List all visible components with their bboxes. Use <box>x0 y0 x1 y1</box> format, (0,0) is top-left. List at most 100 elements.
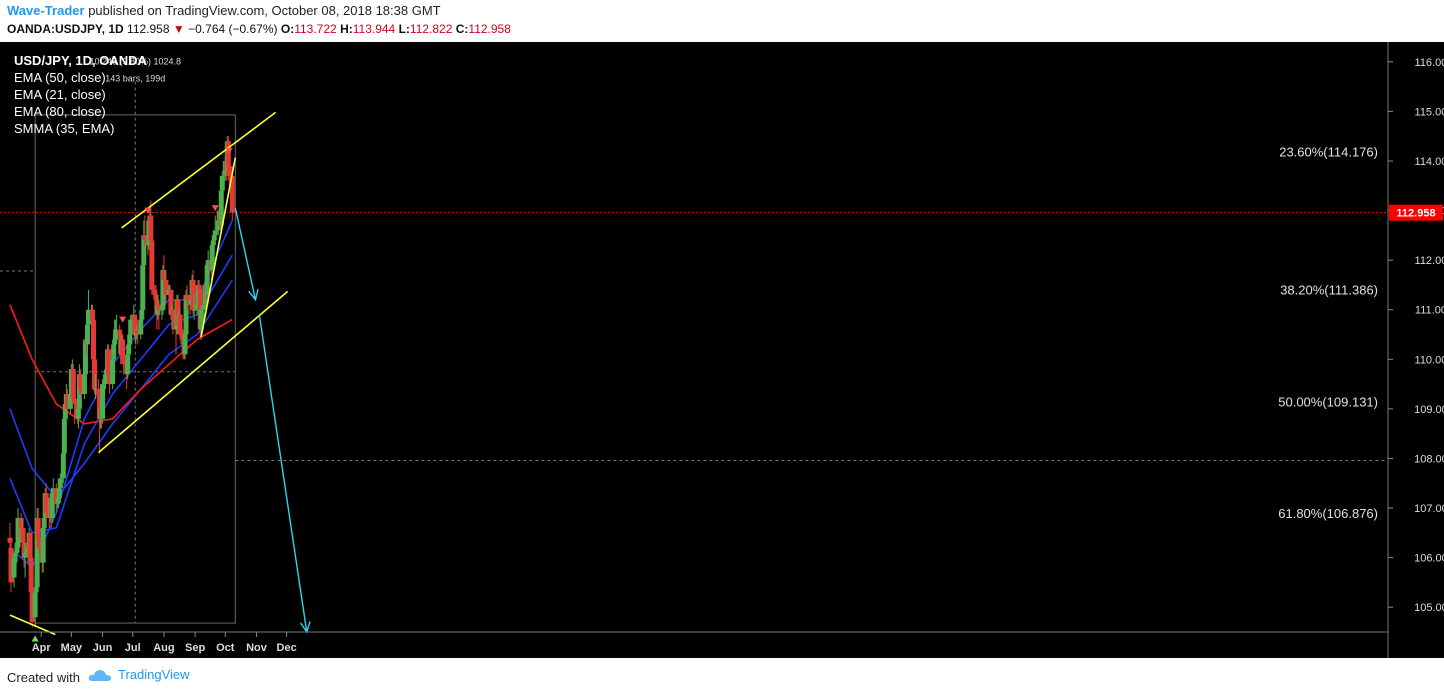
high-value: 113.944 <box>352 22 396 36</box>
time-tick-label: Aug <box>153 642 174 654</box>
ohlc-line: OANDA:USDJPY, 1D 112.958 ▼ −0.764 (−0.67… <box>7 22 511 36</box>
candle-body <box>126 344 132 355</box>
last-price: 112.958 <box>127 22 170 36</box>
candle-body <box>225 141 231 166</box>
fib-level-label: 61.80%(106.876) <box>1278 506 1378 521</box>
tradingview-link[interactable]: TradingView <box>88 667 190 682</box>
candle-body <box>219 175 225 191</box>
candle-body <box>61 418 67 454</box>
open-label: O: <box>280 22 295 36</box>
candle-body <box>211 235 217 241</box>
candle-body <box>56 488 62 499</box>
candle-body <box>40 527 46 563</box>
candle-body <box>60 453 66 479</box>
price-tick-label: 110.000 <box>1415 354 1444 366</box>
candle-layer <box>7 136 235 628</box>
symbol-label: OANDA:USDJPY, 1D <box>7 22 124 36</box>
candle-body <box>110 359 116 385</box>
price-tick-label: 111.000 <box>1415 305 1444 317</box>
time-tick-label: May <box>61 642 83 654</box>
price-tick-label: 116.000 <box>1415 57 1444 69</box>
price-tick-label: 115.000 <box>1415 106 1444 118</box>
drawing-layer <box>9 111 311 642</box>
close-value: 112.958 <box>468 22 511 36</box>
sell-signal-icon <box>119 316 127 323</box>
candle-body <box>117 329 123 335</box>
candle-body <box>149 240 155 290</box>
candle-body <box>57 478 63 489</box>
fib-level-label: 50.00%(109.131) <box>1278 394 1378 409</box>
time-tick-label: Jul <box>125 642 141 654</box>
candle-body <box>182 334 188 355</box>
candle-body <box>125 354 131 375</box>
candle-body <box>20 527 26 543</box>
candle-body <box>184 294 190 300</box>
candle-body <box>71 398 77 404</box>
time-tick-label: Oct <box>216 642 235 654</box>
candle-body <box>55 498 61 504</box>
low-label: L: <box>398 22 410 36</box>
projection-arrow <box>258 315 308 633</box>
candle-body <box>177 314 183 335</box>
publish-line: Wave-Trader published on TradingView.com… <box>7 3 441 18</box>
candle-body <box>159 309 165 311</box>
candle-body <box>90 319 96 360</box>
time-tick-label: Nov <box>246 642 268 654</box>
price-tick-label: 107.000 <box>1414 503 1444 515</box>
change-value: −0.764 (−0.67%) <box>188 22 278 36</box>
buy-signal-icon <box>31 635 39 642</box>
price-tick-label: 112.000 <box>1415 255 1444 267</box>
down-arrow-icon: ▼ <box>172 22 185 36</box>
candle-body <box>27 532 33 558</box>
footer: Created with TradingView <box>0 658 1444 695</box>
close-label: C: <box>455 22 469 36</box>
brand-label: TradingView <box>118 667 190 682</box>
projection-arrow <box>234 207 257 300</box>
time-tick-label: Apr <box>32 642 52 654</box>
candle-body <box>140 265 146 310</box>
low-value: 112.822 <box>409 22 453 36</box>
legend-item[interactable]: EMA (80, close) <box>14 103 147 120</box>
candle-body <box>75 408 81 419</box>
candle-body <box>28 557 34 593</box>
candle-body <box>92 359 98 390</box>
created-with-text: Created with <box>7 670 80 685</box>
wedge-line <box>200 157 237 338</box>
candle-body <box>70 369 76 399</box>
candle-body <box>22 552 28 558</box>
chart-header: Wave-Trader published on TradingView.com… <box>0 0 1444 42</box>
candle-body <box>127 334 133 345</box>
candle-body <box>120 339 126 360</box>
price-tick-label: 114.000 <box>1415 156 1444 168</box>
candle-body <box>191 309 197 311</box>
candle-body <box>14 547 20 553</box>
candle-body <box>139 309 145 320</box>
legend-item[interactable]: USD/JPY, 1D, OANDA <box>14 52 147 69</box>
high-label: H: <box>340 22 353 36</box>
axis-layer: 116.000115.000114.000113.000112.000111.0… <box>0 42 1444 658</box>
price-tick-label: 109.000 <box>1414 404 1444 416</box>
candle-body <box>7 537 13 543</box>
candle-body <box>32 592 38 618</box>
candle-body <box>152 289 158 295</box>
candle-body <box>100 384 106 419</box>
time-tick-label: Dec <box>277 642 297 654</box>
legend-item[interactable]: EMA (21, close) <box>14 86 147 103</box>
price-tick-label: 106.000 <box>1414 553 1444 565</box>
candle-body <box>33 587 39 593</box>
candle-body <box>148 215 154 241</box>
fib-level-label: 23.60%(114.176) <box>1279 144 1378 159</box>
sell-signal-icon <box>211 205 219 212</box>
candle-body <box>81 374 87 395</box>
time-tick-label: Jun <box>93 642 113 654</box>
chart-area[interactable]: 10.248 (9.80%) 1024.8 143 bars, 199d 116.… <box>0 42 1444 658</box>
time-tick-label: Sep <box>185 642 205 654</box>
last-price-tag-label: 112.958 <box>1396 208 1435 220</box>
author-link[interactable]: Wave-Trader <box>7 3 85 18</box>
legend-item[interactable]: SMMA (35, EMA) <box>14 120 147 137</box>
candle-body <box>138 319 144 335</box>
price-chart[interactable]: 10.248 (9.80%) 1024.8143 bars, 199d 116.… <box>0 42 1444 658</box>
legend-item[interactable]: EMA (50, close) <box>14 69 147 86</box>
price-tick-label: 108.000 <box>1414 453 1444 465</box>
candle-body <box>13 552 19 554</box>
